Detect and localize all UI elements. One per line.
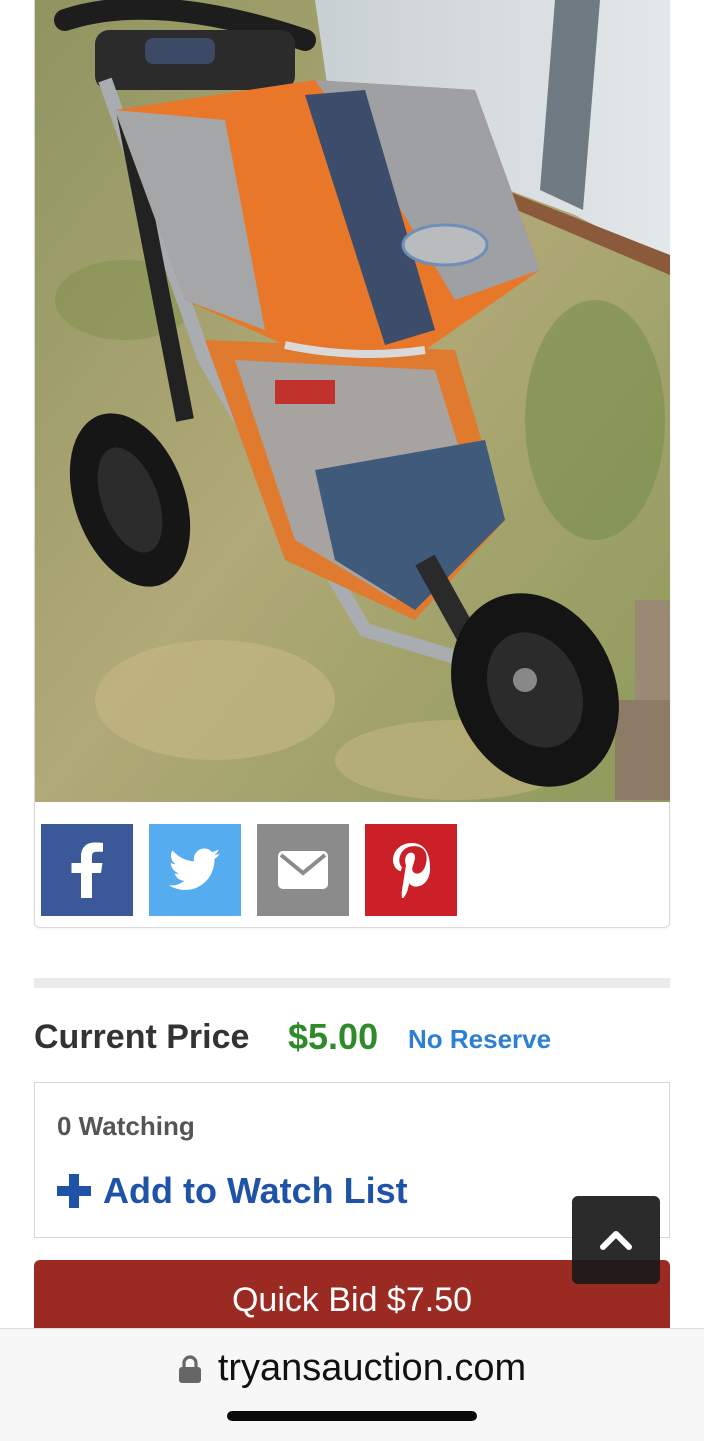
current-price-value: $5.00 [288,1016,379,1057]
pinterest-icon [393,843,431,898]
add-to-watch-list-button[interactable]: Add to Watch List [57,1169,408,1213]
twitter-icon [169,848,221,890]
price-row: Current Price $5.00 No Reserve [34,1014,670,1062]
reserve-status: No Reserve [408,1024,552,1054]
current-price-label: Current Price [34,1018,250,1056]
watching-count: 0 Watching [57,1111,195,1141]
stroller-image [35,0,670,802]
plus-icon [57,1174,91,1208]
url-display[interactable]: tryansauction.com [0,1347,704,1390]
email-share-button[interactable] [257,824,349,916]
home-indicator[interactable] [227,1411,477,1421]
chevron-up-icon [600,1231,632,1250]
browser-address-bar[interactable]: tryansauction.com [0,1328,704,1441]
facebook-share-button[interactable] [41,824,133,916]
lock-icon [178,1354,201,1383]
listing-card [34,0,670,928]
listing-photo[interactable] [35,0,670,802]
scroll-to-top-button[interactable] [572,1196,660,1284]
facebook-icon [71,842,103,898]
twitter-share-button[interactable] [149,824,241,916]
section-divider [34,978,670,988]
pinterest-share-button[interactable] [365,824,457,916]
add-to-watch-list-label: Add to Watch List [103,1170,408,1211]
url-text: tryansauction.com [217,1347,527,1389]
mail-icon [278,851,328,889]
